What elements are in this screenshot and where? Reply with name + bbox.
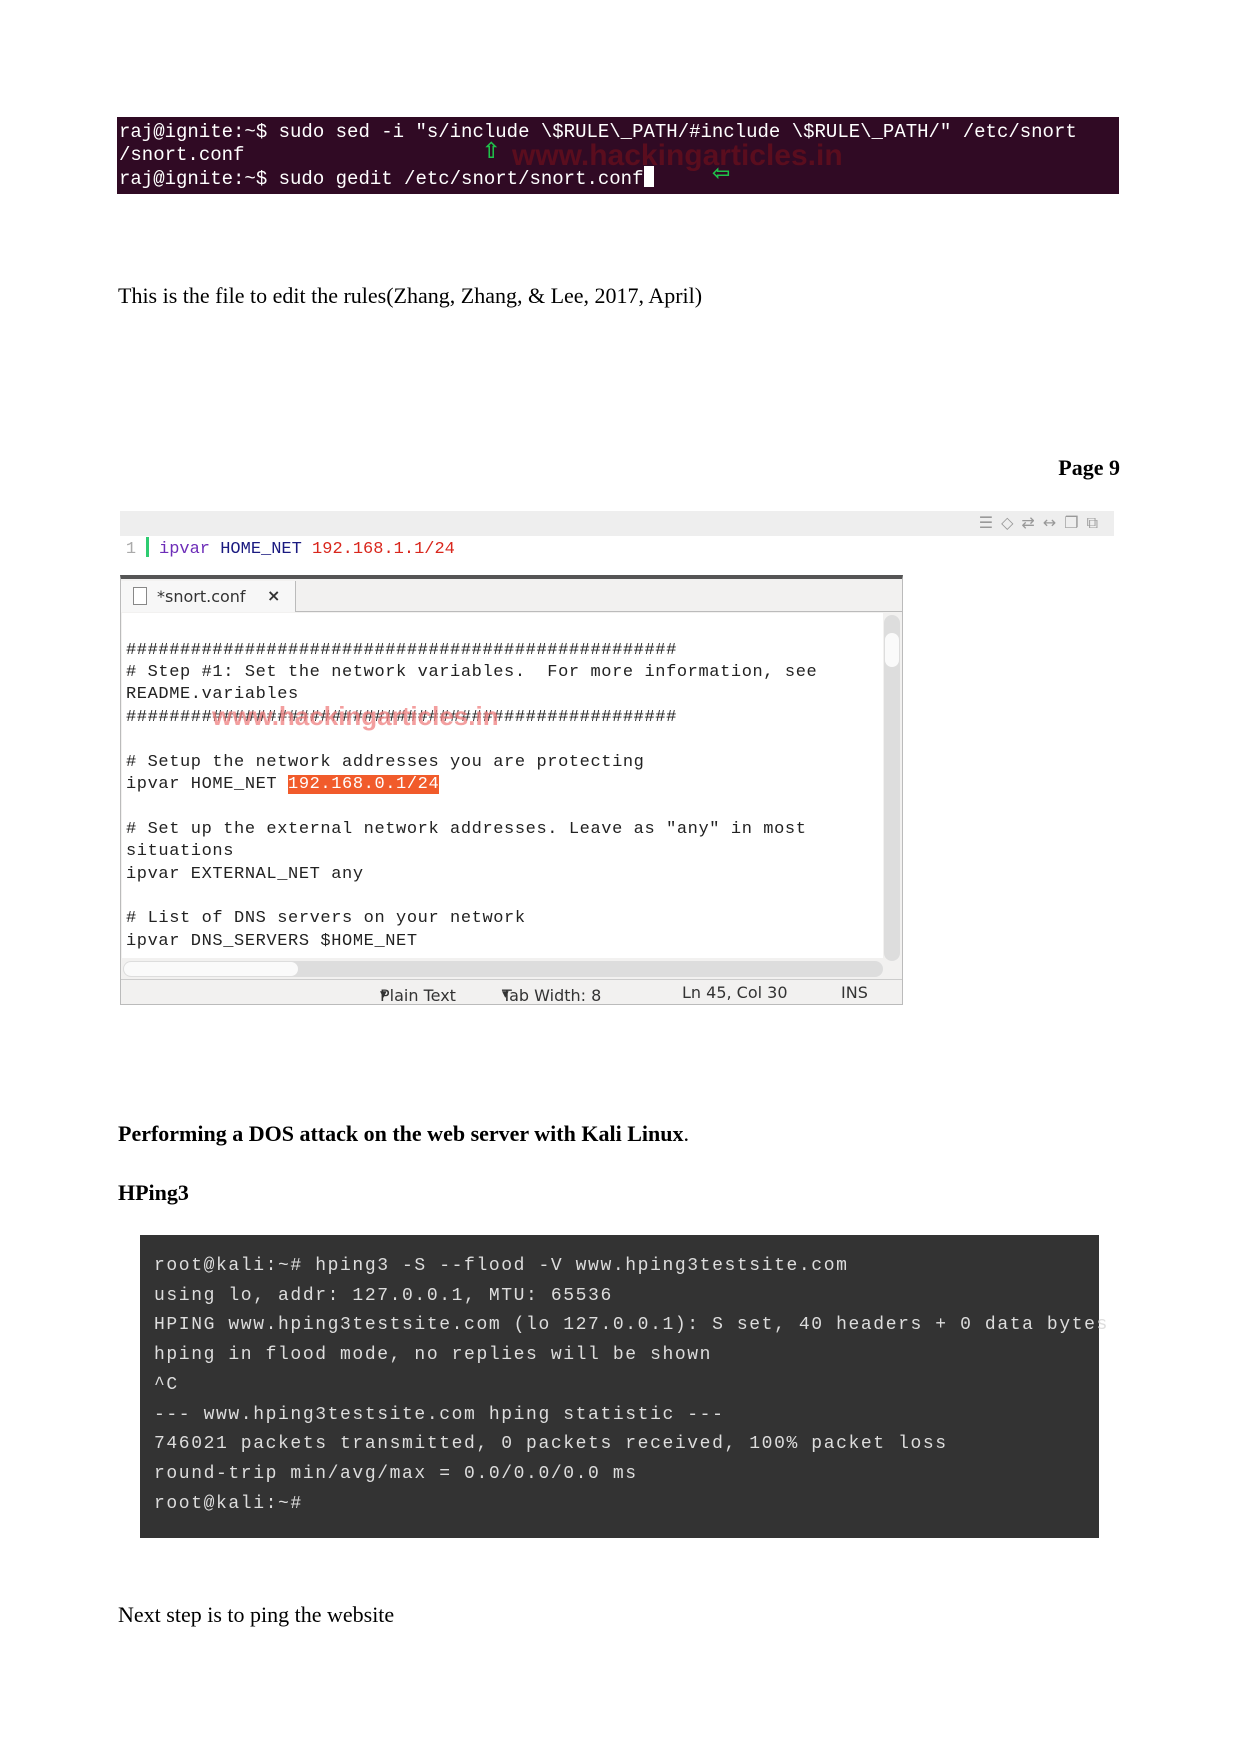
heading-dos-attack: Performing a DOS attack on the web serve… xyxy=(118,1121,689,1147)
code-variable: HOME_NET xyxy=(220,540,302,559)
terminal-line: root@kali:~# hping3 -S --flood -V www.hp… xyxy=(154,1256,849,1276)
status-bar: Plain Text ▾ Tab Width: 8 ▾ Ln 45, Col 3… xyxy=(121,979,902,1006)
expand-icon[interactable]: ↔ xyxy=(1043,513,1064,532)
editor-line: ########################################… xyxy=(126,641,677,660)
editor-line: ipvar HOME_NET 192.168.0.1/24 xyxy=(126,775,440,794)
terminal-line: ^C xyxy=(154,1375,179,1395)
editor-line: # Setup the network addresses you are pr… xyxy=(126,753,645,772)
gutter-marker xyxy=(146,537,149,557)
terminal-line: HPING www.hping3testsite.com (lo 127.0.0… xyxy=(154,1315,1109,1335)
terminal-line: 746021 packets transmitted, 0 packets re… xyxy=(154,1434,948,1454)
horizontal-scrollbar[interactable] xyxy=(123,961,883,977)
arrow-left-icon: ⇦ xyxy=(712,161,731,186)
terminal-line: round-trip min/avg/max = 0.0/0.0/0.0 ms xyxy=(154,1464,638,1484)
editor-line: ipvar DNS_SERVERS $HOME_NET xyxy=(126,932,418,951)
close-icon[interactable]: × xyxy=(267,586,280,605)
terminal-line: raj@ignite:~$ sudo gedit /etc/snort/snor… xyxy=(119,166,654,190)
copy-icon[interactable]: ❐ xyxy=(1064,513,1086,532)
editor-line-text: ipvar HOME_NET xyxy=(126,775,289,794)
terminal-line: using lo, addr: 127.0.0.1, MTU: 65536 xyxy=(154,1286,613,1306)
code-keyword: ipvar xyxy=(159,540,211,559)
highlighted-home-net: 192.168.0.1/24 xyxy=(288,775,440,794)
caption-next-step: Next step is to ping the website xyxy=(118,1602,395,1627)
terminal-line: raj@ignite:~$ sudo sed -i "s/include \$R… xyxy=(119,121,1077,143)
heading-period: . xyxy=(683,1121,689,1146)
terminal-line: root@kali:~# xyxy=(154,1494,303,1514)
editor-line: situations xyxy=(126,842,235,861)
terminal-screenshot-hping3: root@kali:~# hping3 -S --flood -V www.hp… xyxy=(140,1235,1107,1538)
terminal-screenshot-sed: www.hackingarticles.in raj@ignite:~$ sud… xyxy=(117,117,1119,194)
heading-text: Performing a DOS attack on the web serve… xyxy=(118,1121,684,1146)
code-line: 1 ipvar HOME_NET 192.168.1.1/24 xyxy=(120,537,455,559)
code-snippet: ☰◇⇄↔❐⧉ 1 ipvar HOME_NET 192.168.1.1/24 xyxy=(120,511,1114,568)
scrollbar-thumb[interactable] xyxy=(124,962,298,976)
code-value: 192.168.1.1/24 xyxy=(312,540,455,559)
vertical-scrollbar[interactable] xyxy=(884,615,900,961)
tab-width-selector[interactable]: Tab Width: 8 ▾ xyxy=(502,983,601,1005)
language-label: Plain Text xyxy=(380,986,456,1005)
cursor-position: Ln 45, Col 30 xyxy=(682,983,788,1002)
editor-line: ipvar EXTERNAL_NET any xyxy=(126,865,364,884)
arrow-up-icon: ⇧ xyxy=(482,139,501,164)
language-selector[interactable]: Plain Text ▾ xyxy=(380,983,456,1005)
terminal-line: /snort.conf xyxy=(119,144,245,166)
gedit-window: *snort.conf × ##########################… xyxy=(120,575,903,1005)
terminal-line: hping in flood mode, no replies will be … xyxy=(154,1345,713,1365)
heading-hping3: HPing3 xyxy=(118,1180,189,1205)
editor-line: # Set up the external network addresses.… xyxy=(126,820,807,839)
editor-text-area[interactable]: ########################################… xyxy=(122,613,883,958)
terminal-command: raj@ignite:~$ sudo gedit /etc/snort/snor… xyxy=(119,168,644,190)
terminal-line: --- www.hping3testsite.com hping statist… xyxy=(154,1405,725,1425)
tab-snort-conf[interactable]: *snort.conf × xyxy=(121,581,296,612)
code-toolbar: ☰◇⇄↔❐⧉ xyxy=(120,511,1114,536)
editor-line: # List of DNS servers on your network xyxy=(126,909,526,928)
caption-edit-rules: This is the file to edit the rules(Zhang… xyxy=(118,283,703,308)
cursor xyxy=(643,166,654,187)
list-icon[interactable]: ☰ xyxy=(979,513,1001,532)
editor-line: # Step #1: Set the network variables. Fo… xyxy=(126,663,818,682)
wrap-icon[interactable]: ⇄ xyxy=(1021,513,1042,532)
line-number: 1 xyxy=(125,540,137,559)
insert-mode: INS xyxy=(841,983,868,1002)
watermark: www.hackingarticles.in xyxy=(212,701,499,731)
tab-width-label: Tab Width: 8 xyxy=(502,986,602,1005)
code-icon[interactable]: ◇ xyxy=(1001,513,1021,532)
scrollbar-thumb[interactable] xyxy=(885,633,899,667)
tab-label: *snort.conf xyxy=(157,587,246,606)
file-icon xyxy=(133,587,147,605)
page-number: Page 9 xyxy=(1058,455,1120,480)
toolbar-icons: ☰◇⇄↔❐⧉ xyxy=(979,513,1106,533)
popout-icon[interactable]: ⧉ xyxy=(1087,513,1106,532)
